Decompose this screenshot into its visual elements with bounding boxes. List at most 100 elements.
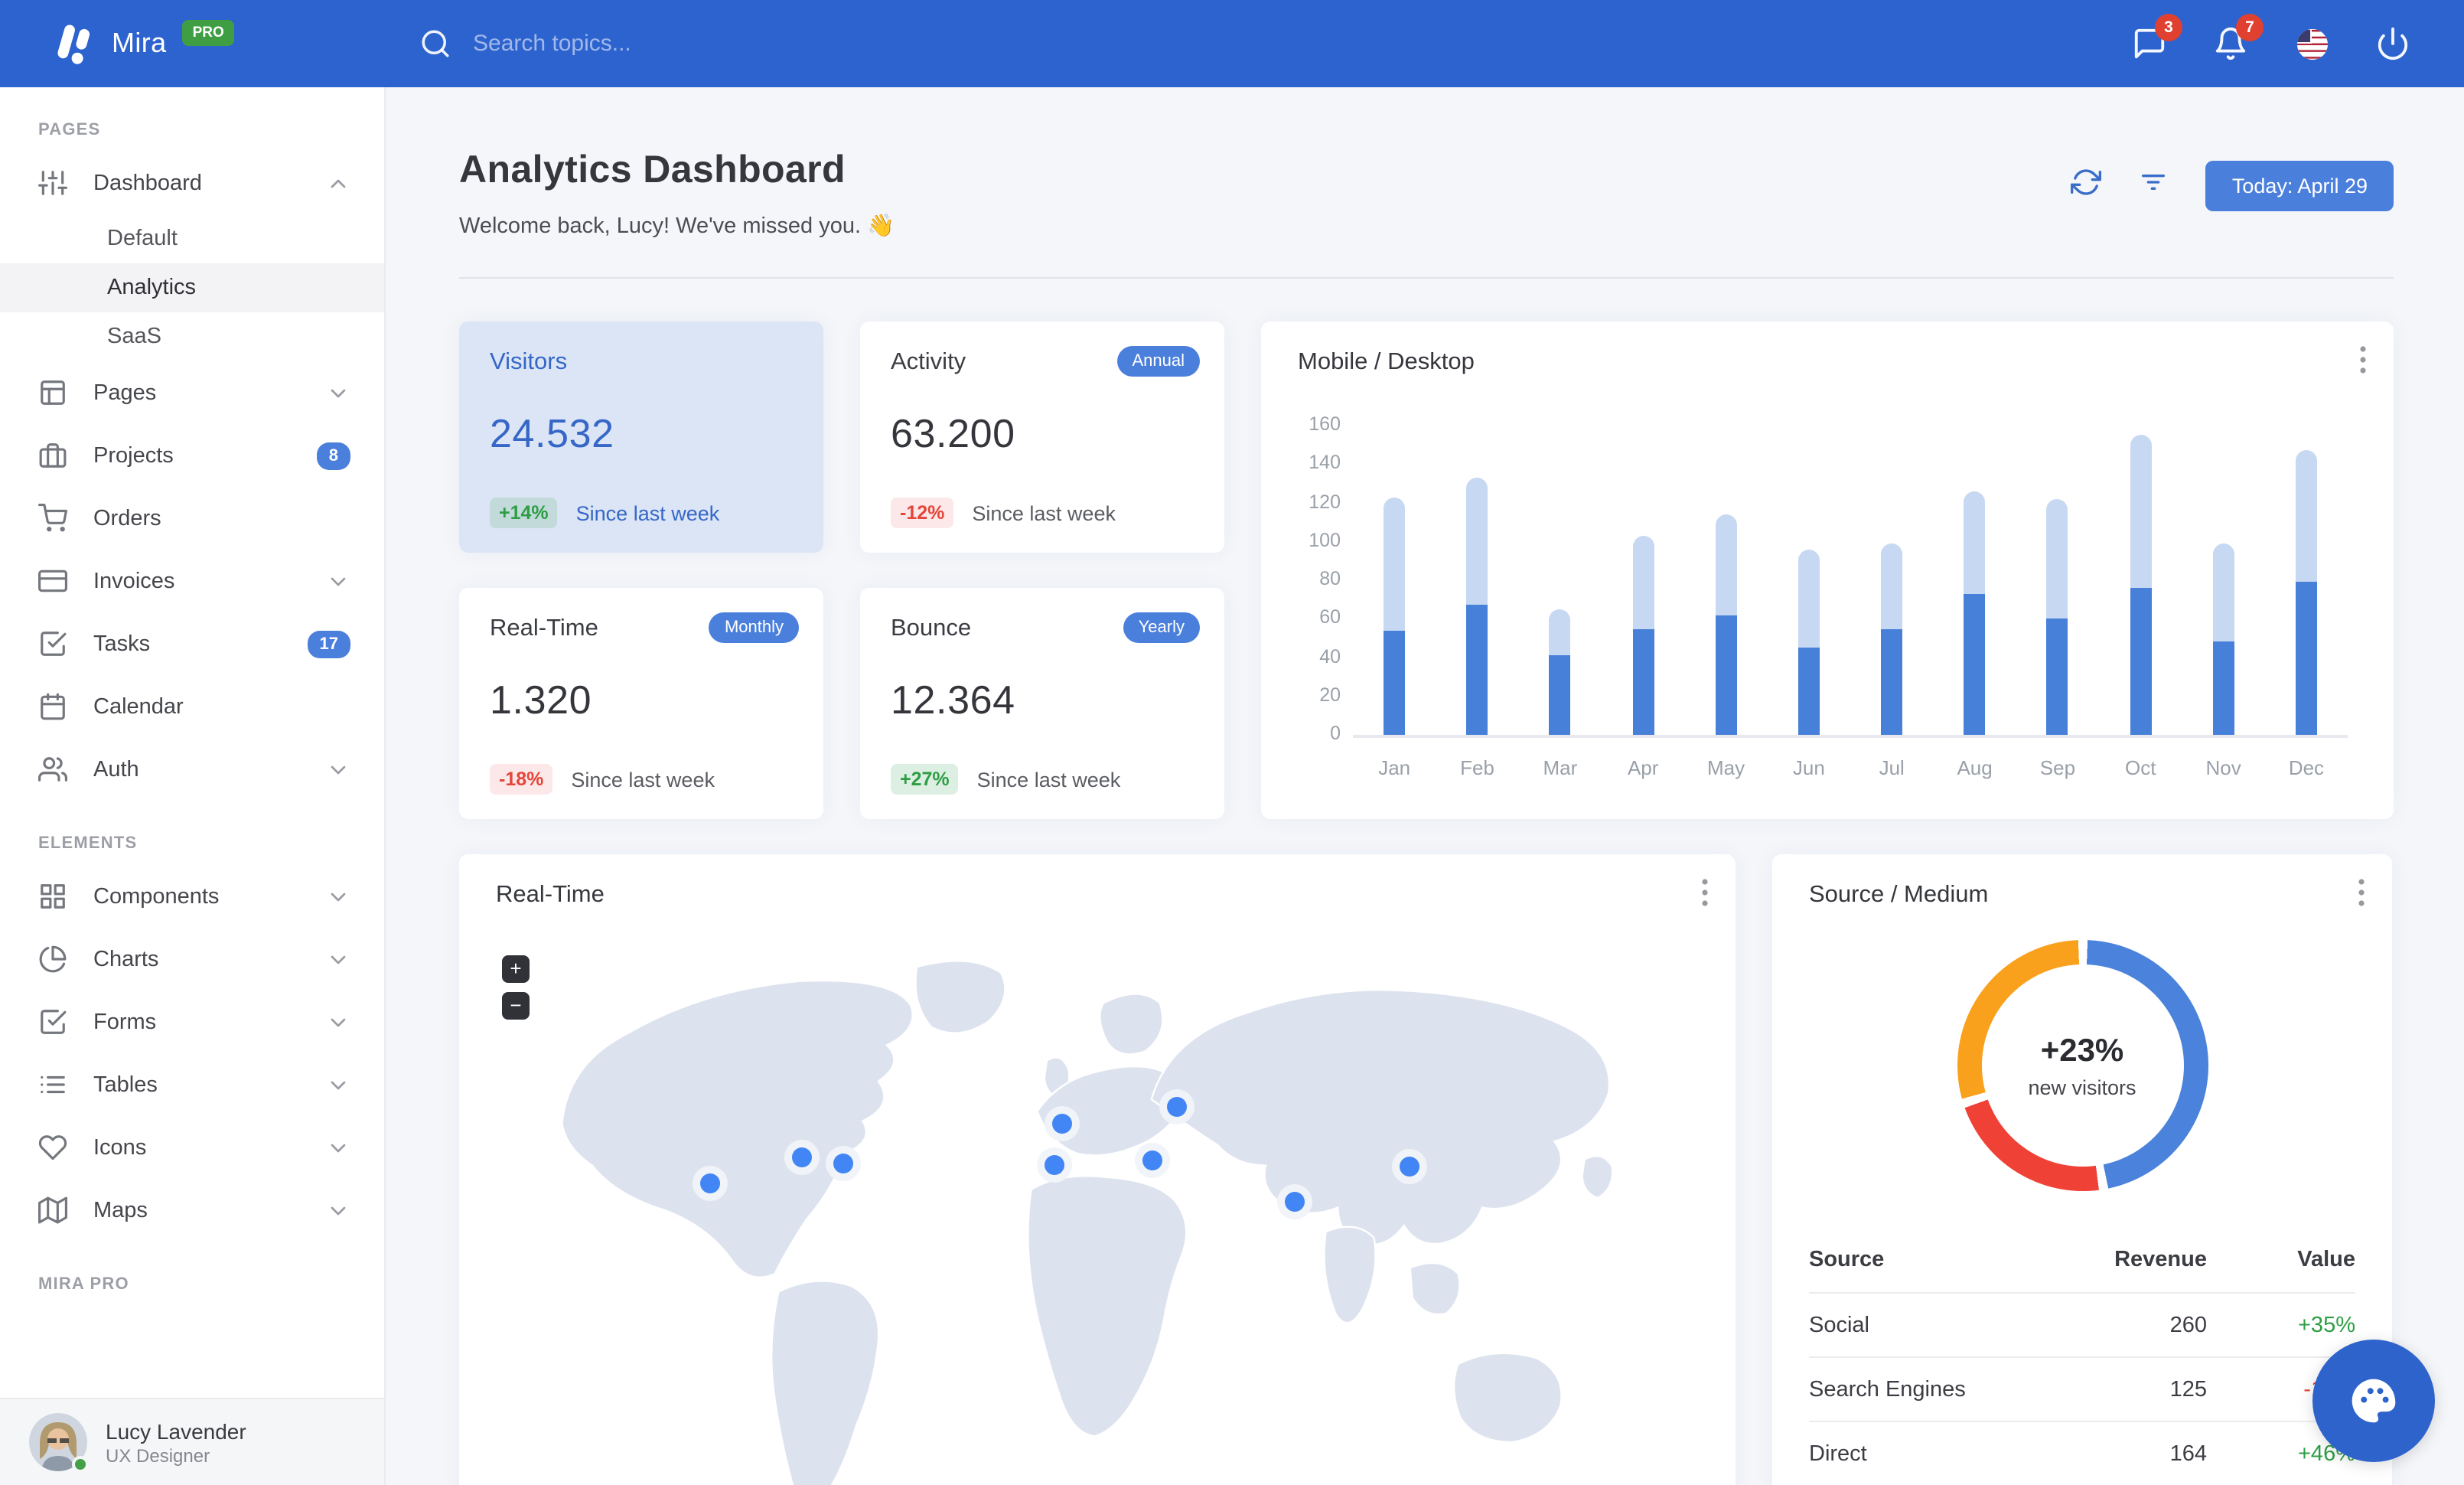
stat-caption: Since last week: [976, 768, 1121, 791]
users-icon: [38, 757, 67, 782]
world-map: + −: [496, 931, 1699, 1485]
sidebar-subitem-analytics[interactable]: Analytics: [0, 263, 384, 312]
zoom-in-button[interactable]: +: [502, 955, 530, 983]
card-menu-button[interactable]: [2358, 879, 2365, 914]
bar-column: [1519, 429, 1602, 735]
chevron-down-icon: [331, 955, 346, 964]
bar-segment-mobile: [2212, 641, 2234, 735]
sidebar-item-forms[interactable]: Forms: [0, 991, 384, 1053]
map-zoom-controls: + −: [502, 955, 530, 1020]
theme-settings-button[interactable]: [2312, 1340, 2435, 1462]
world-map-illustration: [561, 960, 1614, 1485]
bar-segment-mobile: [2046, 618, 2068, 735]
notifications-button[interactable]: 7: [2213, 13, 2264, 62]
bar-segment-desktop: [1549, 609, 1571, 656]
table-row-search-engines: Search Engines 125 -12%: [1809, 1356, 2355, 1421]
chevron-down-icon: [331, 765, 346, 774]
sidebar: Pages Dashboard Default Analytics SaaS P…: [0, 87, 386, 1485]
map-marker: [833, 1154, 854, 1174]
zoom-out-button[interactable]: −: [502, 992, 530, 1020]
stat-delta: +27%: [891, 764, 959, 795]
bar-segment-mobile: [1549, 655, 1571, 735]
more-vertical-icon: [2360, 346, 2366, 374]
source-table-header: Source Revenue Value: [1809, 1248, 2355, 1272]
sidebar-item-auth[interactable]: Auth: [0, 738, 384, 801]
brand[interactable]: Mira PRO: [0, 20, 386, 67]
topbar: Mira PRO 3 7: [0, 0, 2464, 87]
search-input[interactable]: [473, 31, 871, 57]
sidebar-subitem-default[interactable]: Default: [0, 214, 384, 263]
x-tick-label: Mar: [1543, 756, 1578, 779]
sidebar-item-icons[interactable]: Icons: [0, 1116, 384, 1179]
search-icon: [422, 30, 449, 57]
messages-button[interactable]: 3: [2132, 13, 2182, 62]
user-info: Lucy Lavender UX Designer: [106, 1418, 246, 1467]
stat-delta: -18%: [490, 764, 553, 795]
sidebar-item-invoices[interactable]: Invoices: [0, 550, 384, 612]
page-title: Analytics Dashboard: [459, 148, 846, 191]
sidebar-item-projects[interactable]: Projects 8: [0, 424, 384, 487]
check-square-icon: [41, 1010, 67, 1034]
x-tick-label: May: [1706, 756, 1745, 779]
x-axis: Jan Feb Mar Apr May Jun Jul Aug Sep Oct Nov Dec: [1353, 756, 2348, 779]
refresh-button[interactable]: [2071, 167, 2102, 205]
us-flag-icon: [2297, 28, 2328, 59]
notifications-count-badge: 7: [2236, 13, 2264, 41]
bar-segment-mobile: [1632, 628, 1654, 735]
power-icon: [2378, 26, 2408, 60]
sidebar-item-charts[interactable]: Charts: [0, 928, 384, 991]
search-box[interactable]: [419, 28, 871, 60]
messages-count-badge: 3: [2155, 13, 2182, 41]
sidebar-item-maps[interactable]: Maps: [0, 1179, 384, 1242]
y-tick-label: 80: [1319, 568, 1341, 589]
y-tick-label: 20: [1319, 684, 1341, 706]
filter-icon: [2142, 175, 2166, 190]
more-vertical-icon: [1702, 879, 1708, 906]
card-menu-button[interactable]: [1702, 879, 1708, 914]
donut-center-label: new visitors: [2028, 1075, 2136, 1098]
bar-segment-desktop: [1881, 543, 1903, 629]
chevron-down-icon: [331, 1080, 346, 1089]
map-icon: [38, 1196, 67, 1224]
bar-column: [1353, 429, 1436, 735]
palette-icon: [2352, 1379, 2396, 1423]
sidebar-section-elements: Elements: [38, 834, 138, 853]
x-tick-label: Dec: [2288, 756, 2325, 779]
y-tick-label: 140: [1309, 452, 1341, 474]
y-tick-label: 100: [1309, 529, 1341, 551]
user-name: Lucy Lavender: [106, 1419, 246, 1444]
stat-value: 1.320: [490, 677, 592, 723]
bar-column: [2182, 429, 2264, 735]
sidebar-item-pages[interactable]: Pages: [0, 361, 384, 424]
sidebar-item-dashboard[interactable]: Dashboard: [0, 152, 384, 214]
sidebar-item-orders[interactable]: Orders: [0, 487, 384, 550]
filter-button[interactable]: [2139, 167, 2169, 205]
stat-card-visitors: Visitors 24.532 +14% Since last week: [459, 321, 823, 553]
sidebar-item-tasks[interactable]: Tasks 17: [0, 612, 384, 675]
logout-button[interactable]: [2375, 25, 2412, 62]
x-tick-label: Jan: [1378, 756, 1411, 779]
date-range-button[interactable]: Today: April 29: [2205, 161, 2394, 211]
user-role: UX Designer: [106, 1445, 210, 1467]
y-tick-label: 40: [1319, 645, 1341, 667]
stat-title: Visitors: [490, 349, 568, 375]
sidebar-section-pages: Pages: [38, 121, 101, 139]
sliders-icon: [38, 171, 67, 195]
sidebar-user[interactable]: Lucy Lavender UX Designer: [0, 1398, 384, 1485]
sidebar-subitem-saas[interactable]: SaaS: [0, 312, 384, 361]
chevron-down-icon: [331, 576, 346, 586]
bar-segment-desktop: [1384, 497, 1406, 631]
bar-segment-desktop: [2046, 498, 2068, 619]
stat-caption: Since last week: [972, 501, 1116, 524]
sidebar-item-tables[interactable]: Tables: [0, 1053, 384, 1116]
language-button[interactable]: [2294, 25, 2331, 62]
stat-value: 63.200: [891, 410, 1015, 456]
bar-segment-desktop: [2295, 450, 2317, 583]
table-row-social: Social 260 +35%: [1809, 1292, 2355, 1356]
sidebar-item-components[interactable]: Components: [0, 865, 384, 928]
sidebar-item-calendar[interactable]: Calendar: [0, 675, 384, 738]
y-axis: 0 20 40 60 80 100 120 140 160: [1298, 413, 1341, 744]
mira-logo-icon: [57, 24, 90, 64]
card-menu-button[interactable]: [2360, 346, 2366, 381]
bar-segment-desktop: [1466, 478, 1488, 605]
